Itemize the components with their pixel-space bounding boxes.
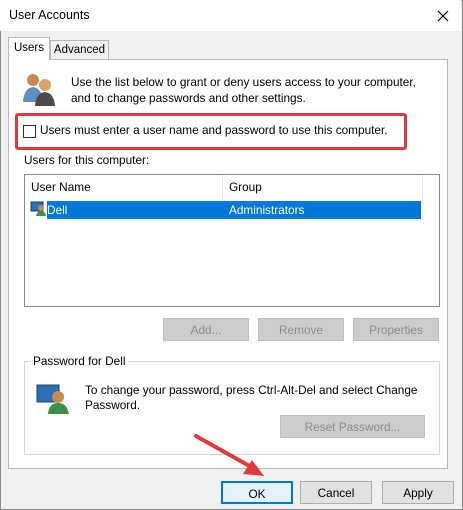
remove-user-button[interactable]: Remove (258, 318, 344, 341)
close-icon (437, 10, 449, 21)
add-user-button[interactable]: Add... (163, 318, 249, 341)
column-header-group[interactable]: Group (223, 175, 423, 198)
user-row-icon (30, 201, 46, 216)
reset-password-button[interactable]: Reset Password... (280, 415, 425, 438)
properties-button[interactable]: Properties (353, 318, 439, 341)
require-login-checkbox[interactable] (23, 125, 36, 138)
title-bar: User Accounts (0, 0, 461, 31)
ok-button[interactable]: OK (221, 481, 293, 504)
users-list[interactable]: User Name Group Dell Administrators (24, 174, 440, 307)
row-group: Administrators (229, 203, 305, 217)
intro-text: Use the list below to grant or deny user… (71, 75, 416, 105)
password-user-icon (36, 384, 69, 414)
password-instructions: To change your password, press Ctrl-Alt-… (85, 383, 418, 412)
table-row[interactable]: Dell Administrators (47, 201, 421, 219)
tab-users[interactable]: Users (8, 37, 50, 60)
close-button[interactable] (425, 0, 461, 31)
require-login-checkbox-label[interactable]: Users must enter a user name and passwor… (40, 123, 388, 137)
cancel-button[interactable]: Cancel (300, 481, 372, 504)
tab-advanced[interactable]: Advanced (50, 40, 109, 60)
column-header-user-name[interactable]: User Name (25, 175, 223, 198)
window-title: User Accounts (9, 8, 90, 22)
password-group-label: Password for Dell (30, 354, 129, 368)
users-icon (23, 74, 55, 106)
users-list-label: Users for this computer: (24, 153, 150, 167)
row-user-name: Dell (47, 203, 68, 217)
apply-button[interactable]: Apply (382, 481, 454, 504)
